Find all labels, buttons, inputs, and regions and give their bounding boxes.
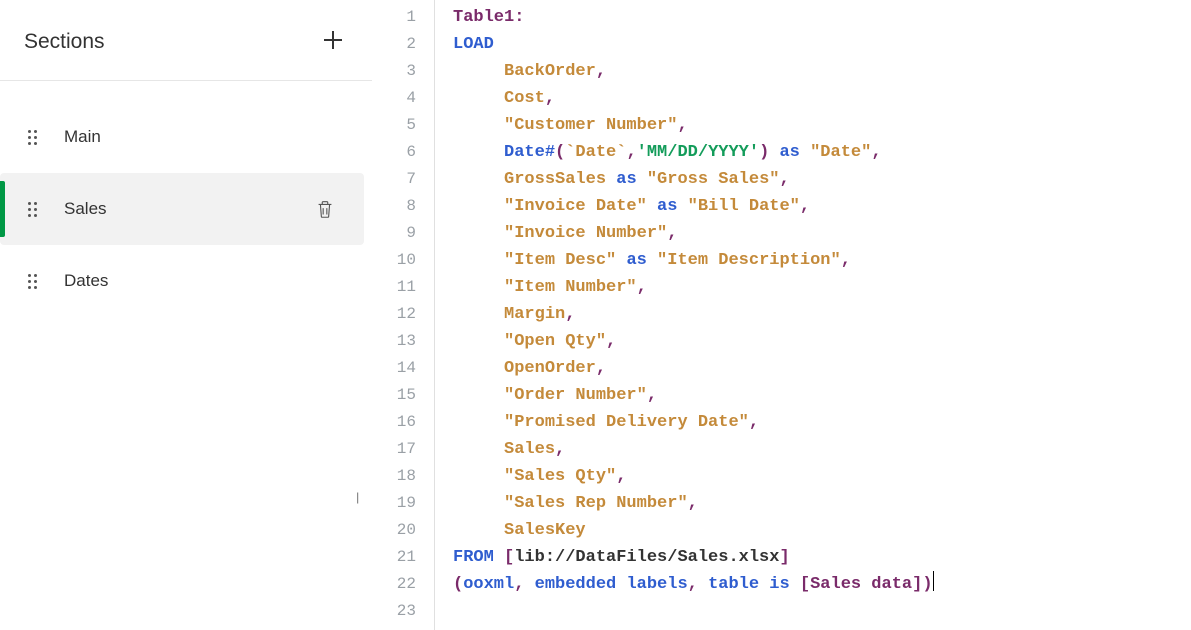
section-list: Main Sales Dates [0, 81, 372, 317]
code-line[interactable]: Cost, [453, 85, 1191, 112]
code-line[interactable]: BackOrder, [453, 58, 1191, 85]
section-item-main[interactable]: Main [0, 101, 364, 173]
line-number: 24 [372, 625, 416, 630]
line-gutter: 123456789101112131415161718192021222324 [372, 0, 434, 630]
code-line[interactable]: "Sales Rep Number", [453, 490, 1191, 517]
line-number: 10 [372, 247, 416, 274]
code-line[interactable]: "Order Number", [453, 382, 1191, 409]
code-line[interactable]: SalesKey [453, 517, 1191, 544]
drag-handle-icon[interactable] [28, 130, 42, 145]
code-line[interactable]: Sales, [453, 436, 1191, 463]
app-root: Sections MainSalesDates || 1234567891011… [0, 0, 1191, 630]
plus-icon [322, 29, 344, 51]
line-number: 23 [372, 598, 416, 625]
code-area[interactable]: Table1:LOAD BackOrder, Cost, "Customer N… [434, 0, 1191, 630]
code-line[interactable]: (ooxml, embedded labels, table is [Sales… [453, 571, 1191, 598]
line-number: 3 [372, 58, 416, 85]
drag-handle-icon[interactable] [28, 274, 42, 289]
section-label: Main [64, 127, 346, 147]
line-number: 16 [372, 409, 416, 436]
line-number: 8 [372, 193, 416, 220]
section-item-dates[interactable]: Dates [0, 245, 364, 317]
add-section-button[interactable] [318, 28, 348, 56]
line-number: 9 [372, 220, 416, 247]
line-number: 7 [372, 166, 416, 193]
line-number: 21 [372, 544, 416, 571]
line-number: 2 [372, 31, 416, 58]
code-line[interactable]: "Promised Delivery Date", [453, 409, 1191, 436]
code-line[interactable]: "Customer Number", [453, 112, 1191, 139]
line-number: 11 [372, 274, 416, 301]
code-line[interactable]: "Invoice Date" as "Bill Date", [453, 193, 1191, 220]
code-line[interactable]: "Sales Qty", [453, 463, 1191, 490]
code-line[interactable]: Where Sales > 100.00 and Date("Invoice D… [453, 625, 1191, 630]
line-number: 19 [372, 490, 416, 517]
line-number: 5 [372, 112, 416, 139]
text-cursor [933, 571, 934, 591]
line-number: 12 [372, 301, 416, 328]
sidebar-title: Sections [24, 30, 105, 54]
line-number: 17 [372, 436, 416, 463]
code-line[interactable] [453, 598, 1191, 625]
code-line[interactable]: LOAD [453, 31, 1191, 58]
line-number: 14 [372, 355, 416, 382]
sections-sidebar: Sections Main Sales Dates [0, 0, 372, 630]
section-item-sales[interactable]: Sales [0, 173, 364, 245]
line-number: 22 [372, 571, 416, 598]
line-number: 4 [372, 85, 416, 112]
drag-handle-icon[interactable] [28, 202, 42, 217]
line-number: 6 [372, 139, 416, 166]
code-line[interactable]: Table1: [453, 4, 1191, 31]
code-line[interactable]: "Invoice Number", [453, 220, 1191, 247]
code-line[interactable]: "Open Qty", [453, 328, 1191, 355]
line-number: 18 [372, 463, 416, 490]
code-line[interactable]: Margin, [453, 301, 1191, 328]
code-line[interactable]: "Item Desc" as "Item Description", [453, 247, 1191, 274]
code-line[interactable]: Date#(`Date`,'MM/DD/YYYY') as "Date", [453, 139, 1191, 166]
section-label: Dates [64, 271, 346, 291]
sidebar-header: Sections [0, 0, 372, 81]
code-line[interactable]: GrossSales as "Gross Sales", [453, 166, 1191, 193]
line-number: 1 [372, 4, 416, 31]
section-label: Sales [64, 199, 314, 219]
code-line[interactable]: "Item Number", [453, 274, 1191, 301]
code-editor[interactable]: 123456789101112131415161718192021222324 … [372, 0, 1191, 630]
line-number: 20 [372, 517, 416, 544]
line-number: 13 [372, 328, 416, 355]
line-number: 15 [372, 382, 416, 409]
delete-section-icon[interactable] [314, 198, 336, 220]
code-line[interactable]: FROM [lib://DataFiles/Sales.xlsx] [453, 544, 1191, 571]
code-line[interactable]: OpenOrder, [453, 355, 1191, 382]
